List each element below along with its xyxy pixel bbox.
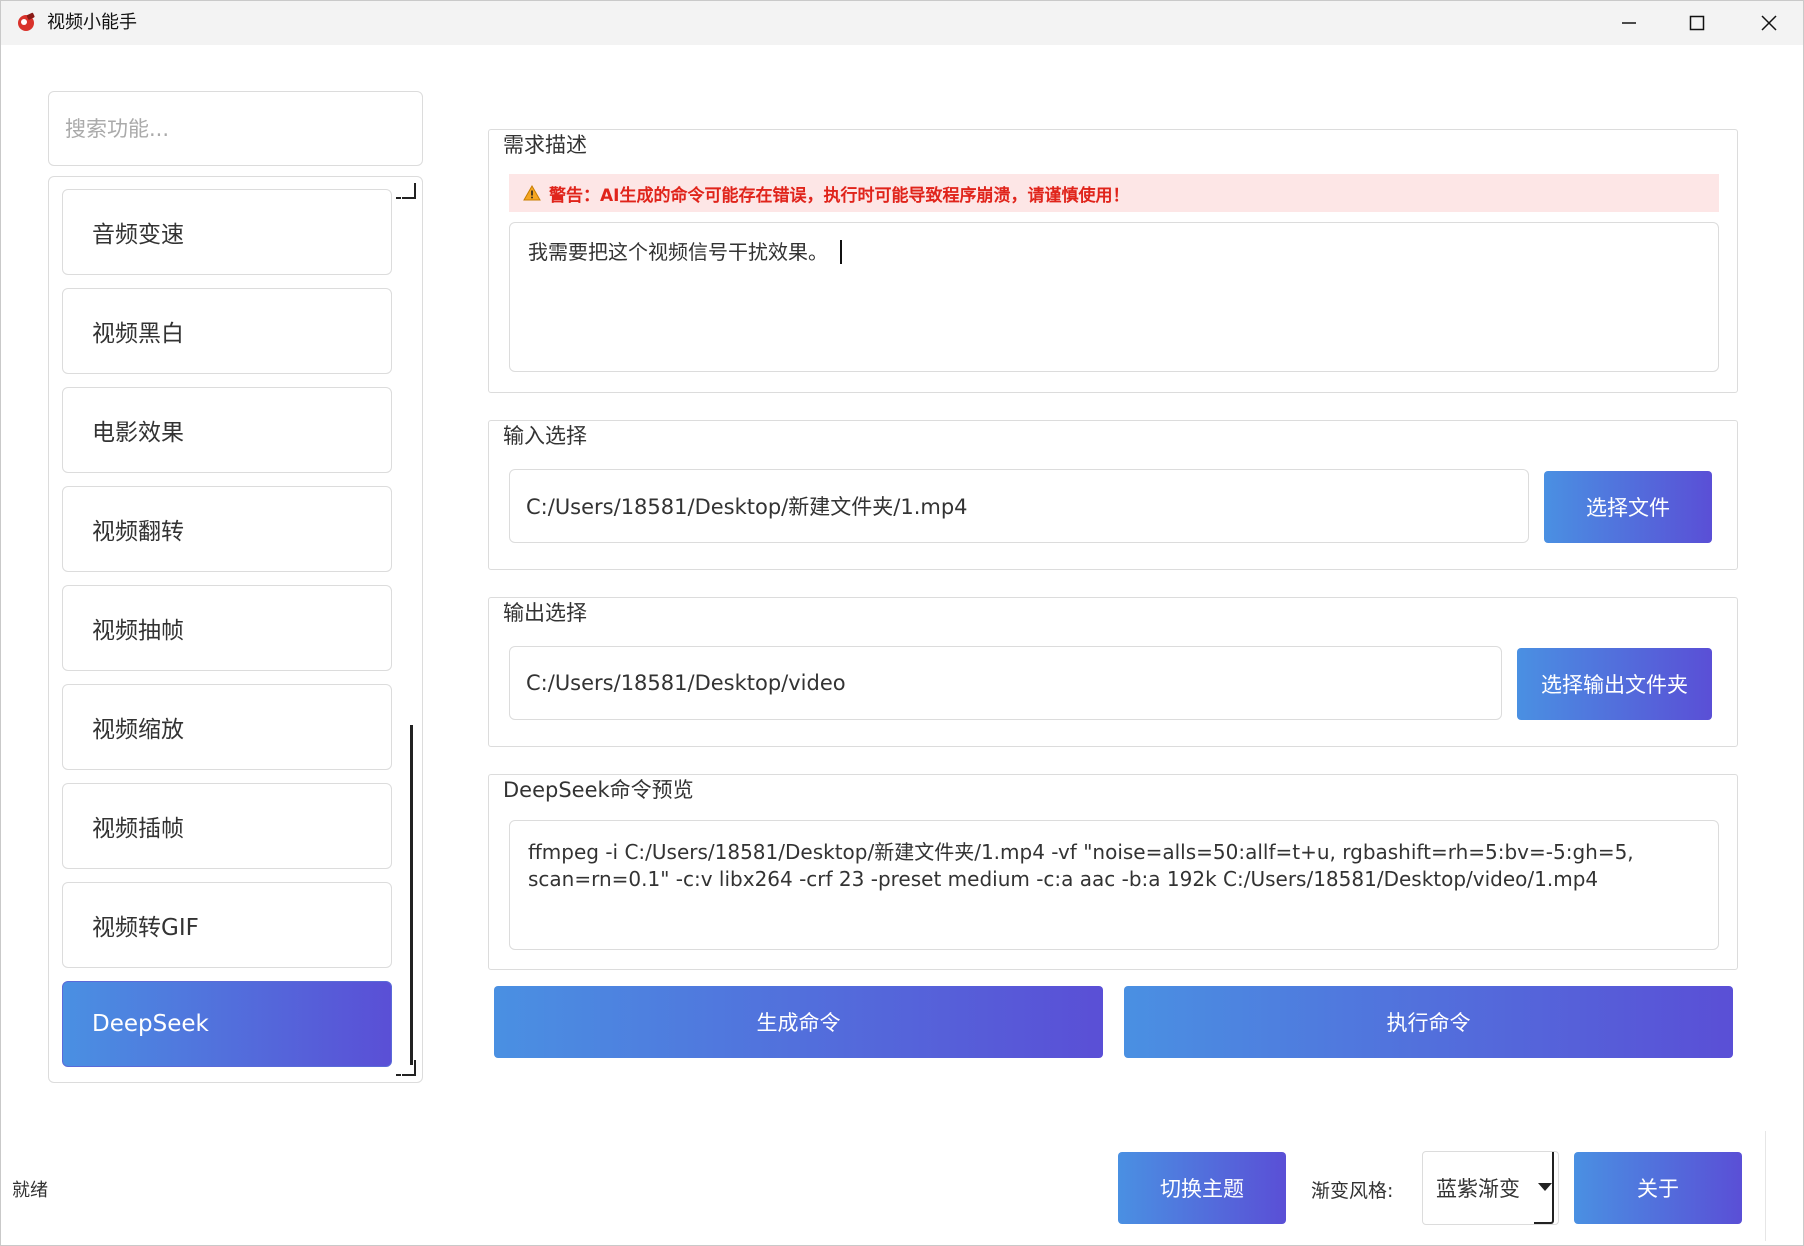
sidebar-item-label: 电影效果 (92, 420, 184, 446)
input-path-field[interactable]: C:/Users/18581/Desktop/新建文件夹/1.mp4 (509, 469, 1529, 543)
gradient-style-select[interactable]: 蓝紫渐变 (1422, 1151, 1559, 1225)
minimize-icon (1622, 22, 1636, 24)
sidebar-item-label: 视频翻转 (92, 519, 184, 545)
output-title: 输出选择 (503, 601, 587, 625)
scrollbar[interactable] (396, 177, 422, 1082)
window-title: 视频小能手 (47, 12, 137, 33)
minimize-button[interactable] (1595, 1, 1663, 45)
preview-group: DeepSeek命令预览 ffmpeg -i C:/Users/18581/De… (488, 774, 1738, 970)
scroll-thumb[interactable] (410, 725, 413, 1065)
execute-command-button[interactable]: 执行命令 (1124, 986, 1733, 1058)
sidebar-item-label: 音频变速 (92, 222, 184, 248)
sidebar-item-frame-interpolate[interactable]: 视频插帧 (62, 783, 392, 869)
generate-command-label: 生成命令 (756, 1011, 841, 1035)
maximize-button[interactable] (1663, 1, 1731, 45)
close-icon (1761, 15, 1777, 31)
switch-theme-button[interactable]: 切换主题 (1118, 1152, 1286, 1224)
sidebar-item-label: 视频缩放 (92, 717, 184, 743)
select-file-button[interactable]: 选择文件 (1544, 471, 1712, 543)
switch-theme-label: 切换主题 (1160, 1177, 1244, 1201)
input-title: 输入选择 (503, 424, 587, 448)
close-button[interactable] (1735, 1, 1803, 45)
app-window: 视频小能手 音频变速 视频黑白 电影效果 视频翻转 视频抽帧 视频缩放 视频插帧… (0, 0, 1804, 1246)
title-bar[interactable]: 视频小能手 (1, 1, 1803, 45)
sidebar-item-label: DeepSeek (92, 1011, 209, 1037)
warning-banner: 警告：AI生成的命令可能存在错误，执行时可能导致程序崩溃，请谨慎使用！ (509, 174, 1719, 212)
input-group: 输入选择 C:/Users/18581/Desktop/新建文件夹/1.mp4 … (488, 420, 1738, 570)
output-group: 输出选择 C:/Users/18581/Desktop/video 选择输出文件… (488, 597, 1738, 747)
requirement-group: 需求描述 警告：AI生成的命令可能存在错误，执行时可能导致程序崩溃，请谨慎使用！… (488, 129, 1738, 393)
sidebar-item-video-grayscale[interactable]: 视频黑白 (62, 288, 392, 374)
sidebar-item-label: 视频抽帧 (92, 618, 184, 644)
sidebar-item-audio-speed[interactable]: 音频变速 (62, 189, 392, 275)
requirement-textarea[interactable]: 我需要把这个视频信号干扰效果。 (509, 222, 1719, 372)
execute-command-label: 执行命令 (1386, 1011, 1471, 1035)
sidebar-item-label: 视频黑白 (92, 321, 184, 347)
sidebar-item-deepseek[interactable]: DeepSeek (62, 981, 392, 1067)
sidebar-item-label: 视频插帧 (92, 816, 184, 842)
about-label: 关于 (1637, 1177, 1679, 1201)
requirement-text: 我需要把这个视频信号干扰效果。 (528, 240, 828, 264)
gradient-style-label: 渐变风格: (1311, 1180, 1394, 1202)
requirement-title: 需求描述 (503, 133, 587, 157)
sidebar-item-video-flip[interactable]: 视频翻转 (62, 486, 392, 572)
command-preview-textarea[interactable]: ffmpeg -i C:/Users/18581/Desktop/新建文件夹/1… (509, 820, 1719, 950)
chevron-down-icon[interactable] (1534, 1152, 1554, 1224)
maximize-icon (1689, 15, 1705, 31)
scroll-up-arrow[interactable] (396, 183, 416, 199)
preview-title: DeepSeek命令预览 (503, 778, 694, 802)
input-path-value: C:/Users/18581/Desktop/新建文件夹/1.mp4 (526, 495, 968, 519)
gradient-style-value: 蓝紫渐变 (1436, 1177, 1520, 1201)
status-text: 就绪 (12, 1180, 48, 1201)
sidebar-item-frame-extract[interactable]: 视频抽帧 (62, 585, 392, 671)
sidebar-item-label: 视频转GIF (92, 915, 199, 941)
app-logo-icon (18, 12, 35, 31)
warning-icon (523, 185, 541, 201)
text-caret (840, 240, 842, 264)
search-input[interactable] (48, 91, 423, 166)
select-file-label: 选择文件 (1586, 496, 1670, 520)
scroll-down-arrow[interactable] (396, 1060, 416, 1076)
select-output-folder-button[interactable]: 选择输出文件夹 (1517, 648, 1712, 720)
about-button[interactable]: 关于 (1574, 1152, 1742, 1224)
warning-text: 警告：AI生成的命令可能存在错误，执行时可能导致程序崩溃，请谨慎使用！ (549, 185, 1130, 206)
sidebar-item-movie-effect[interactable]: 电影效果 (62, 387, 392, 473)
output-path-field[interactable]: C:/Users/18581/Desktop/video (509, 646, 1502, 720)
sidebar-item-video-to-gif[interactable]: 视频转GIF (62, 882, 392, 968)
command-preview-text: ffmpeg -i C:/Users/18581/Desktop/新建文件夹/1… (528, 840, 1634, 891)
divider (1765, 1131, 1766, 1241)
generate-command-button[interactable]: 生成命令 (494, 986, 1103, 1058)
sidebar-item-video-scale[interactable]: 视频缩放 (62, 684, 392, 770)
output-path-value: C:/Users/18581/Desktop/video (526, 671, 846, 695)
function-list: 音频变速 视频黑白 电影效果 视频翻转 视频抽帧 视频缩放 视频插帧 视频转GI… (48, 176, 423, 1083)
select-output-folder-label: 选择输出文件夹 (1541, 673, 1688, 697)
